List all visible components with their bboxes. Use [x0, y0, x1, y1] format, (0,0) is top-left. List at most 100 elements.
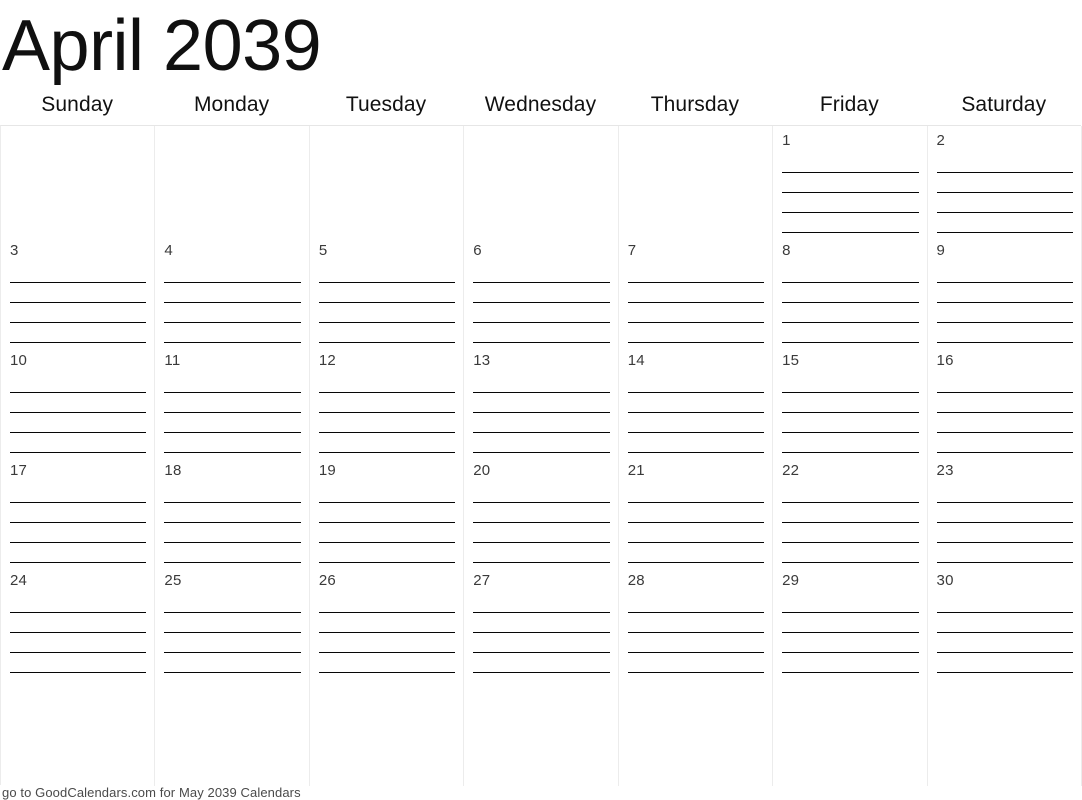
note-line[interactable]	[627, 613, 765, 633]
note-lines[interactable]	[318, 593, 456, 673]
note-line[interactable]	[936, 543, 1073, 563]
note-line[interactable]	[10, 653, 147, 673]
day-cell[interactable]: 30	[927, 566, 1082, 676]
day-cell[interactable]: 9	[927, 236, 1082, 346]
note-line[interactable]	[936, 153, 1073, 173]
note-line[interactable]	[10, 523, 147, 543]
note-line[interactable]	[627, 303, 765, 323]
note-line[interactable]	[318, 373, 456, 393]
note-line[interactable]	[936, 613, 1073, 633]
note-line[interactable]	[473, 613, 610, 633]
note-line[interactable]	[936, 653, 1073, 673]
day-cell[interactable]: 19	[309, 456, 465, 566]
note-line[interactable]	[782, 433, 919, 453]
note-line[interactable]	[164, 523, 301, 543]
note-line[interactable]	[164, 613, 301, 633]
note-line[interactable]	[473, 543, 610, 563]
note-line[interactable]	[936, 413, 1073, 433]
note-lines[interactable]	[627, 483, 765, 563]
note-line[interactable]	[10, 593, 147, 613]
note-lines[interactable]	[782, 593, 919, 673]
day-cell[interactable]: 4	[155, 236, 310, 346]
note-lines[interactable]	[10, 483, 147, 563]
note-line[interactable]	[936, 263, 1073, 283]
note-lines[interactable]	[473, 483, 610, 563]
note-lines[interactable]	[473, 263, 610, 343]
note-line[interactable]	[10, 503, 147, 523]
day-cell[interactable]: 14	[618, 346, 774, 456]
note-line[interactable]	[936, 193, 1073, 213]
note-line[interactable]	[10, 543, 147, 563]
note-lines[interactable]	[782, 153, 919, 233]
note-lines[interactable]	[164, 483, 301, 563]
note-line[interactable]	[318, 593, 456, 613]
day-cell[interactable]: 27	[464, 566, 619, 676]
note-line[interactable]	[473, 633, 610, 653]
note-line[interactable]	[627, 393, 765, 413]
day-cell[interactable]: 5	[309, 236, 465, 346]
note-lines[interactable]	[473, 373, 610, 453]
day-cell[interactable]: 21	[618, 456, 774, 566]
note-line[interactable]	[627, 263, 765, 283]
note-line[interactable]	[627, 483, 765, 503]
note-line[interactable]	[164, 483, 301, 503]
note-line[interactable]	[782, 323, 919, 343]
day-cell[interactable]: 2	[927, 126, 1082, 236]
note-line[interactable]	[782, 373, 919, 393]
note-line[interactable]	[782, 633, 919, 653]
note-line[interactable]	[627, 433, 765, 453]
note-line[interactable]	[627, 323, 765, 343]
note-line[interactable]	[318, 613, 456, 633]
note-line[interactable]	[782, 653, 919, 673]
note-line[interactable]	[473, 303, 610, 323]
note-lines[interactable]	[627, 373, 765, 453]
note-line[interactable]	[318, 543, 456, 563]
note-line[interactable]	[318, 503, 456, 523]
note-lines[interactable]	[782, 263, 919, 343]
note-lines[interactable]	[782, 483, 919, 563]
note-line[interactable]	[627, 523, 765, 543]
note-line[interactable]	[627, 543, 765, 563]
note-line[interactable]	[473, 653, 610, 673]
note-line[interactable]	[318, 633, 456, 653]
note-lines[interactable]	[936, 263, 1073, 343]
note-line[interactable]	[936, 213, 1073, 233]
note-line[interactable]	[936, 323, 1073, 343]
day-cell[interactable]: 1	[773, 126, 928, 236]
note-line[interactable]	[473, 373, 610, 393]
note-line[interactable]	[627, 283, 765, 303]
day-cell[interactable]: 17	[1, 456, 156, 566]
note-line[interactable]	[164, 633, 301, 653]
note-line[interactable]	[10, 303, 147, 323]
note-line[interactable]	[318, 263, 456, 283]
day-cell[interactable]: 24	[1, 566, 156, 676]
note-line[interactable]	[627, 373, 765, 393]
note-line[interactable]	[164, 503, 301, 523]
day-cell[interactable]: 29	[773, 566, 928, 676]
note-line[interactable]	[627, 413, 765, 433]
note-line[interactable]	[318, 303, 456, 323]
note-line[interactable]	[10, 373, 147, 393]
note-line[interactable]	[782, 483, 919, 503]
note-line[interactable]	[782, 613, 919, 633]
note-line[interactable]	[627, 593, 765, 613]
note-line[interactable]	[782, 543, 919, 563]
day-cell[interactable]: 10	[1, 346, 156, 456]
day-cell[interactable]: 6	[464, 236, 619, 346]
day-cell[interactable]: 7	[618, 236, 774, 346]
note-line[interactable]	[782, 523, 919, 543]
note-line[interactable]	[318, 323, 456, 343]
note-line[interactable]	[318, 523, 456, 543]
day-cell[interactable]: 11	[155, 346, 310, 456]
note-line[interactable]	[627, 633, 765, 653]
note-line[interactable]	[164, 413, 301, 433]
note-line[interactable]	[627, 653, 765, 673]
note-line[interactable]	[936, 523, 1073, 543]
note-line[interactable]	[473, 433, 610, 453]
note-line[interactable]	[936, 393, 1073, 413]
note-line[interactable]	[164, 373, 301, 393]
note-line[interactable]	[164, 283, 301, 303]
note-line[interactable]	[936, 433, 1073, 453]
note-line[interactable]	[936, 173, 1073, 193]
note-line[interactable]	[164, 393, 301, 413]
